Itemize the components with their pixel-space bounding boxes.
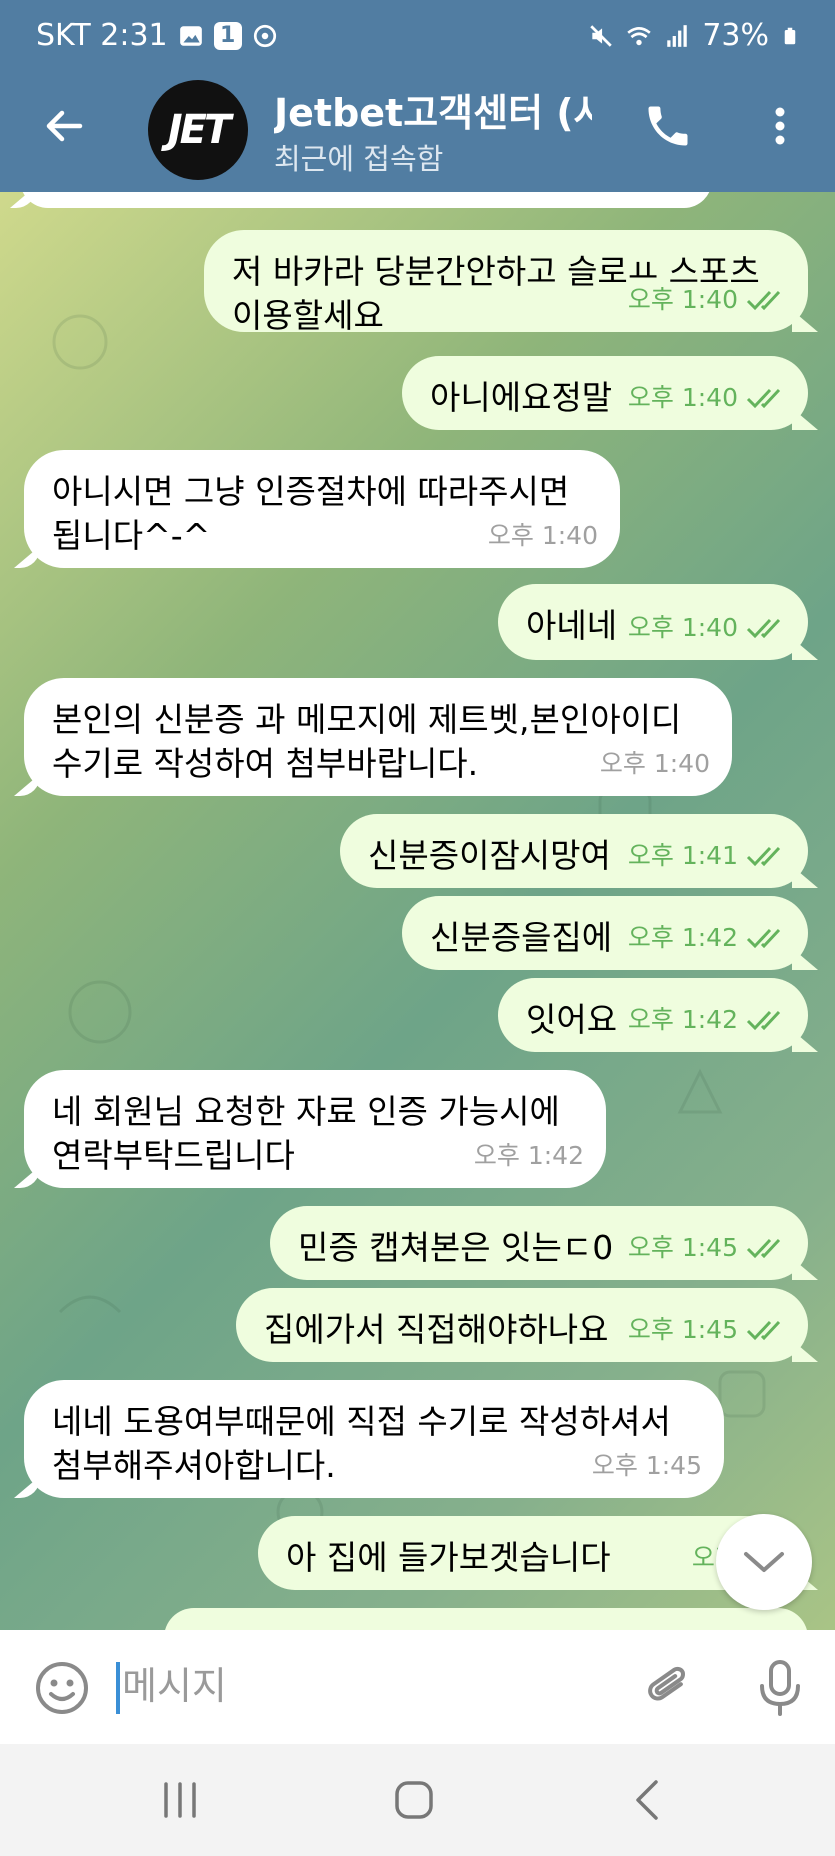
message-time: 오후 1:40 [627, 383, 738, 412]
chat-header: JET Jetbet고객센터 (사칭 최근에 접속함 [0, 76, 835, 192]
message-input-bar [0, 1630, 835, 1744]
message-time: 오후 1:40 [599, 749, 710, 778]
signal-icon [667, 24, 688, 47]
message-time: 오후 1:45 [591, 1451, 702, 1480]
message-time: 오후 1:45 [627, 1315, 738, 1344]
attach-icon[interactable] [640, 1660, 696, 1716]
text-cursor [116, 1662, 120, 1714]
message-bubble-out[interactable]: 아니에요정말 오후 1:40 [402, 356, 808, 430]
system-navigation-bar [0, 1744, 835, 1856]
double-check-icon [746, 290, 781, 311]
battery-icon [784, 27, 796, 44]
back-arrow-icon[interactable] [40, 102, 88, 150]
double-check-icon [746, 1320, 781, 1341]
message-bubble-in[interactable]: 아니시면 그냥 인증절차에 따라주시면 됩니다^-^ 오후 1:40 [24, 450, 620, 568]
message-time: 오후 1:42 [473, 1141, 584, 1170]
message-bubble-in[interactable]: 본인의 신분증 과 메모지에 제트벳,본인아이디 수기로 작성하여 첨부바랍니다… [24, 678, 732, 796]
phone-icon[interactable] [642, 100, 694, 152]
double-check-icon [746, 846, 781, 867]
message-bubble-out[interactable]: 저 바카라 당분간안하고 슬로ㅛ 스포츠 이용할세요 오후 1:40 [204, 230, 808, 335]
last-seen-status: 최근에 접속함 [274, 142, 444, 176]
emoji-icon[interactable] [34, 1660, 90, 1716]
mute-icon [590, 24, 613, 47]
wifi-icon [627, 26, 651, 45]
message-time: 오후 1:40 [627, 613, 738, 642]
message-bubble-out[interactable]: 신분증을집에 오후 1:42 [402, 896, 808, 970]
avatar[interactable]: JET [148, 80, 248, 180]
message-time: 오후 1:41 [627, 841, 738, 870]
avatar-logo-text: JET [167, 107, 231, 153]
chevron-down-icon [744, 1552, 784, 1572]
message-bubble-in[interactable]: 네네 도용여부때문에 직접 수기로 작성하셔서 첨부해주셔아합니다. 오후 1:… [24, 1380, 724, 1498]
scroll-down-button[interactable] [716, 1514, 812, 1610]
mic-icon[interactable] [752, 1658, 808, 1718]
back-nav-icon[interactable] [624, 1776, 672, 1824]
message-time: 오후 1:40 [487, 521, 598, 550]
home-icon[interactable] [390, 1776, 438, 1824]
message-input[interactable] [122, 1656, 622, 1716]
message-bubble-out[interactable]: 아네네 오후 1:40 [498, 584, 808, 660]
double-check-icon [746, 618, 781, 639]
gallery-icon [179, 25, 202, 46]
message-time: 오후 1:42 [627, 1005, 738, 1034]
more-vertical-icon[interactable] [760, 98, 800, 154]
double-check-icon [746, 1010, 781, 1031]
carrier-time: SKT 2:31 [36, 18, 168, 53]
notification-badge: 1 [213, 21, 242, 50]
double-check-icon [746, 388, 781, 409]
message-bubble-in[interactable]: 네 회원님 요청한 자료 인증 가능시에 연락부탁드립니다 오후 1:42 [24, 1070, 606, 1188]
message-bubble-out[interactable]: 신분증이잠시망여 오후 1:41 [340, 814, 808, 888]
message-bubble-out[interactable]: 집에가서 직접해야하나요 오후 1:45 [236, 1288, 808, 1362]
chat-title[interactable]: Jetbet고객센터 (사칭 [274, 82, 592, 137]
double-check-icon [746, 928, 781, 949]
message-bubble-out[interactable]: 잇어요 오후 1:42 [498, 978, 808, 1052]
double-check-icon [746, 1238, 781, 1259]
message-time: 오후 1:40 [627, 285, 738, 314]
message-bubble-out[interactable]: 민증 캡쳐본은 잇는ㄷ0 오후 1:45 [270, 1206, 808, 1280]
message-bubble-partial-top[interactable] [20, 192, 712, 208]
battery-level: 73% [702, 18, 769, 53]
chat-area[interactable]: 저 바카라 당분간안하고 슬로ㅛ 스포츠 이용할세요 오후 1:40 아니에요정… [0, 192, 835, 1630]
recent-apps-icon[interactable] [156, 1776, 204, 1824]
top-bar: SKT 2:31 1 73% JET Jetbet고객센터 (사칭 최근에 접속… [0, 0, 835, 192]
status-bar: SKT 2:31 1 73% [0, 0, 835, 76]
message-time: 오후 1:42 [627, 923, 738, 952]
message-time: 오후 1:45 [627, 1233, 738, 1262]
message-bubble-partial-bottom[interactable] [164, 1608, 808, 1630]
sync-icon [253, 24, 276, 47]
